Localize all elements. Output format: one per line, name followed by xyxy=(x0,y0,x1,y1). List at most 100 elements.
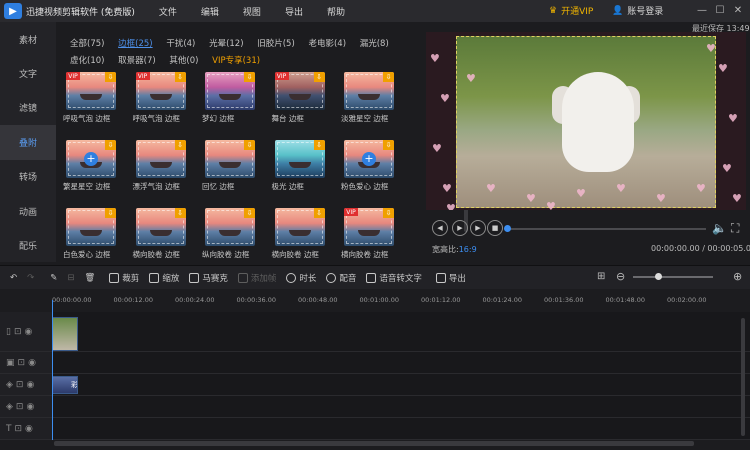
effect-item[interactable]: ⇩ + 繁星星空 边框 xyxy=(63,140,120,192)
effect-thumbnail[interactable]: ⇩ VIP xyxy=(66,72,116,110)
redo-icon[interactable]: ↷ xyxy=(27,273,34,283)
effect-thumbnail[interactable]: ⇩ xyxy=(205,140,255,178)
effect-item[interactable]: ⇩ 横向胶卷 边框 xyxy=(272,208,329,260)
effect-item[interactable]: ⇩ 白色爱心 边框 xyxy=(63,208,120,260)
playhead[interactable] xyxy=(52,300,53,440)
nav-text[interactable]: 文字 xyxy=(0,56,56,90)
edit-icon[interactable]: ✎ xyxy=(50,273,57,283)
effect-item[interactable]: ⇩ 横向胶卷 边框 xyxy=(133,208,190,260)
crop-button[interactable]: 裁剪 xyxy=(109,272,139,284)
download-icon[interactable]: ⇩ xyxy=(105,72,116,82)
nav-music[interactable]: 配乐 xyxy=(0,228,56,262)
mosaic-button[interactable]: 马赛克 xyxy=(189,272,228,284)
previous-frame-icon[interactable]: ◀ xyxy=(432,220,448,236)
stop-icon[interactable]: ■ xyxy=(487,220,503,236)
lock-icon[interactable]: ⊡ xyxy=(14,327,22,337)
effect-thumbnail[interactable]: ⇩ xyxy=(274,140,325,178)
timeline-ruler[interactable]: 00:00:00.00 00:00:12.00 00:00:24.00 00:00:3… xyxy=(52,296,746,310)
effect-item[interactable]: ⇩ 回忆 边框 xyxy=(202,140,259,192)
menu-help[interactable]: 帮助 xyxy=(327,5,345,18)
eye-icon[interactable]: ◉ xyxy=(25,327,33,337)
add-frame-button[interactable]: 添加帧 xyxy=(237,272,276,284)
vip-button[interactable]: ♛ 开通VIP xyxy=(549,4,593,18)
category-old-movie[interactable]: 老电影(4) xyxy=(308,36,346,53)
nav-animation[interactable]: 动画 xyxy=(0,194,56,228)
category-glow[interactable]: 光晕(12) xyxy=(209,36,243,53)
effect-item[interactable]: ⇩ 纵向胶卷 边框 xyxy=(202,208,259,260)
playback-progress-bar[interactable] xyxy=(506,228,706,230)
export-button[interactable]: 导出 xyxy=(435,272,466,284)
download-icon[interactable]: ⇩ xyxy=(174,208,186,218)
effect-item[interactable]: ⇩ 淡雅星空 边框 xyxy=(341,72,398,124)
eye-icon[interactable]: ◉ xyxy=(25,424,33,434)
download-icon[interactable]: ⇩ xyxy=(383,208,394,218)
download-icon[interactable]: ⇩ xyxy=(383,140,394,150)
download-icon[interactable]: ⇩ xyxy=(174,140,186,150)
timeline-vertical-scrollbar[interactable] xyxy=(741,318,745,436)
effect-item[interactable]: ⇩ 漂浮气泡 边框 xyxy=(133,140,190,192)
download-icon[interactable]: ⇩ xyxy=(105,208,116,218)
aspect-value[interactable]: 16:9 xyxy=(459,245,477,254)
download-icon[interactable]: ⇩ xyxy=(244,140,255,150)
effect-thumbnail[interactable]: ⇩ xyxy=(135,140,186,178)
eye-icon[interactable]: ◉ xyxy=(28,358,36,368)
category-all[interactable]: 全部(75) xyxy=(70,36,104,53)
effect-thumbnail[interactable]: ⇩ xyxy=(205,208,255,246)
effect-item[interactable]: ⇩ 极光 边框 xyxy=(272,140,329,192)
fit-timeline-icon[interactable]: ⊞ xyxy=(597,271,605,282)
download-icon[interactable]: ⇩ xyxy=(313,140,325,150)
category-noise[interactable]: 干扰(4) xyxy=(166,36,195,53)
menu-export[interactable]: 导出 xyxy=(285,5,303,18)
effect-thumbnail[interactable]: ⇩ xyxy=(135,208,186,246)
effect-thumbnail[interactable]: ⇩ VIP xyxy=(344,208,394,246)
effect-thumbnail[interactable]: ⇩ xyxy=(66,208,116,246)
aspect-ratio[interactable]: 宽高比:16:9 xyxy=(432,244,477,255)
add-to-timeline-icon[interactable]: + xyxy=(84,152,98,166)
download-icon[interactable]: ⇩ xyxy=(244,72,255,82)
play-icon[interactable]: ▶ xyxy=(452,220,468,236)
eye-icon[interactable]: ◉ xyxy=(26,402,34,412)
playback-progress-knob[interactable] xyxy=(504,225,511,232)
download-icon[interactable]: ⇩ xyxy=(244,208,255,218)
volume-icon[interactable]: 🔈 xyxy=(712,221,727,235)
fullscreen-icon[interactable]: ⛶ xyxy=(731,221,739,236)
close-icon[interactable]: ✕ xyxy=(731,3,745,17)
effect-item[interactable]: ⇩ + 粉色爱心 边框 xyxy=(341,140,398,192)
nav-material[interactable]: 素材 xyxy=(0,22,56,56)
effect-item[interactable]: ⇩ VIP 呼吸气泡 边框 xyxy=(63,72,120,124)
add-to-timeline-icon[interactable]: + xyxy=(362,152,376,166)
lock-icon[interactable]: ⊡ xyxy=(16,380,24,390)
undo-icon[interactable]: ↶ xyxy=(10,273,17,283)
nav-transition[interactable]: 转场 xyxy=(0,160,56,194)
eye-icon[interactable]: ◉ xyxy=(26,380,34,390)
overlay-clip[interactable]: 彩 xyxy=(52,376,78,394)
category-light-leak[interactable]: 漏光(8) xyxy=(360,36,389,53)
lock-icon[interactable]: ⊡ xyxy=(18,358,26,368)
scale-button[interactable]: 缩放 xyxy=(149,272,179,284)
effect-thumbnail[interactable]: ⇩ + xyxy=(66,140,116,178)
lock-icon[interactable]: ⊡ xyxy=(15,424,23,434)
effect-item[interactable]: ⇩ VIP 横向胶卷 边框 xyxy=(341,208,398,260)
category-viewfinder[interactable]: 取景器(7) xyxy=(118,53,156,70)
nav-overlay[interactable]: 叠附 xyxy=(0,125,56,160)
timeline-zoom-knob[interactable] xyxy=(655,273,662,280)
download-icon[interactable]: ⇩ xyxy=(313,208,325,218)
maximize-icon[interactable]: ☐ xyxy=(713,3,727,17)
menu-edit[interactable]: 编辑 xyxy=(201,5,219,18)
minimize-icon[interactable]: — xyxy=(695,3,709,17)
dub-button[interactable]: 配音 xyxy=(326,272,356,284)
category-vip[interactable]: VIP专享(31) xyxy=(212,53,260,70)
download-icon[interactable]: ⇩ xyxy=(105,140,116,150)
effect-item[interactable]: ⇩ VIP 舞台 边框 xyxy=(272,72,329,124)
next-frame-icon[interactable]: ▶ xyxy=(470,220,486,236)
effect-thumbnail[interactable]: ⇩ VIP xyxy=(135,72,186,110)
effect-thumbnail[interactable]: ⇩ xyxy=(344,72,394,110)
nav-filter[interactable]: 滤镜 xyxy=(0,91,56,125)
category-old-film[interactable]: 旧胶片(5) xyxy=(257,36,295,53)
zoom-out-icon[interactable]: ⊖ xyxy=(616,270,625,283)
effect-item[interactable]: ⇩ 梦幻 边框 xyxy=(202,72,259,124)
timeline-horizontal-scrollbar[interactable] xyxy=(54,441,694,446)
download-icon[interactable]: ⇩ xyxy=(383,72,394,82)
effect-thumbnail[interactable]: ⇩ VIP xyxy=(274,72,325,110)
menu-view[interactable]: 视图 xyxy=(243,5,261,18)
